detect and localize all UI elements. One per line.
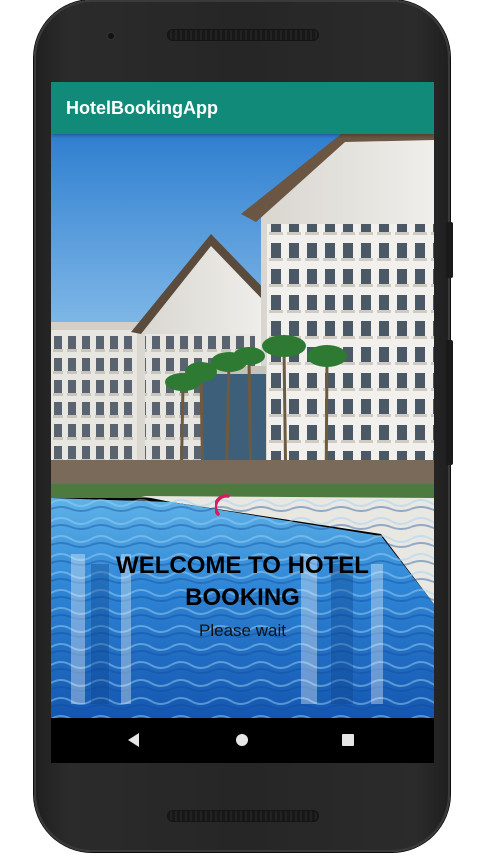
device-screen: HotelBookingApp WELCOME TO HOTEL BOOKING… — [51, 82, 434, 763]
app-title: HotelBookingApp — [66, 98, 218, 118]
please-wait-text: Please wait — [199, 621, 286, 640]
top-speaker — [167, 29, 319, 41]
back-triangle-icon[interactable] — [128, 733, 139, 747]
home-circle-icon[interactable] — [236, 734, 248, 746]
power-button — [446, 222, 453, 278]
recents-square-icon[interactable] — [342, 734, 354, 746]
app-bar: HotelBookingApp — [51, 82, 434, 134]
loading-spinner-icon — [215, 494, 230, 516]
volume-button — [446, 340, 453, 465]
system-navigation-bar — [51, 718, 434, 763]
splash-content: WELCOME TO HOTEL BOOKING Please wait — [51, 134, 434, 718]
front-camera — [106, 31, 116, 41]
welcome-heading: WELCOME TO HOTEL BOOKING — [116, 552, 369, 611]
bottom-speaker — [167, 810, 319, 822]
